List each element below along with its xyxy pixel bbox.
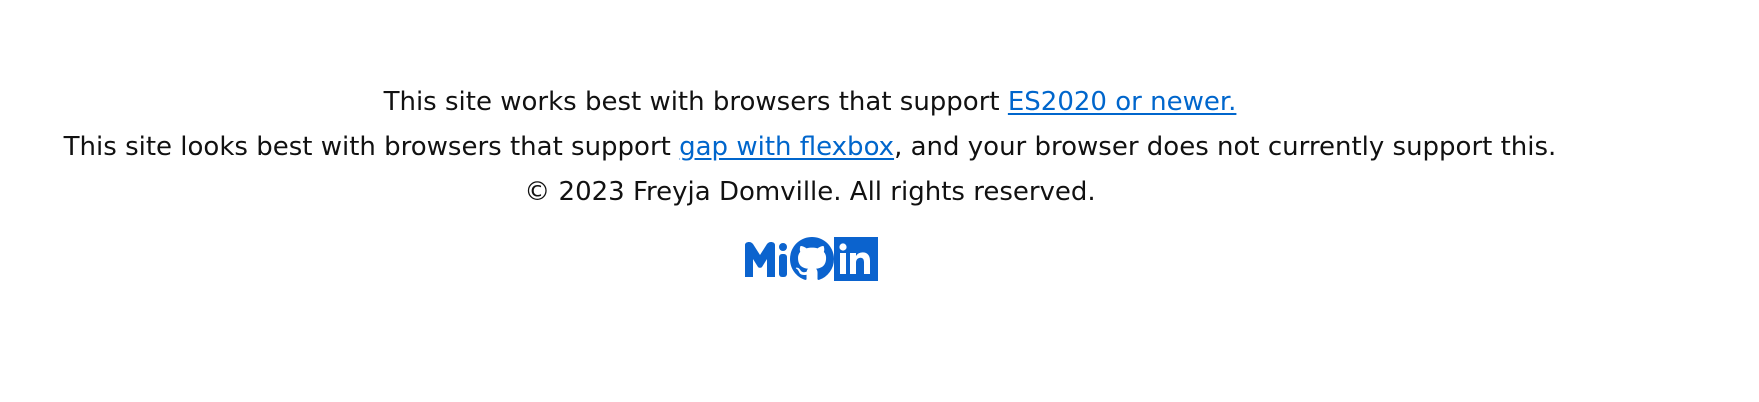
flex-notice-text: This site looks best with browsers that …: [63, 132, 680, 162]
es-support-notice: This site works best with browsers that …: [0, 80, 1620, 125]
es2020-link[interactable]: ES2020 or newer.: [1008, 87, 1237, 117]
github-icon: [790, 237, 834, 280]
misskey-link[interactable]: [742, 237, 790, 281]
site-footer: This site works best with browsers that …: [0, 80, 1620, 281]
linkedin-link[interactable]: [834, 237, 878, 281]
linkedin-icon: [834, 237, 878, 281]
copyright-notice: © 2023 Freyja Domville. All rights reser…: [524, 177, 1096, 207]
social-links: [0, 237, 1620, 281]
misskey-icon: [745, 242, 787, 277]
gap-flexbox-link[interactable]: gap with flexbox: [679, 132, 894, 162]
flexbox-support-notice: This site looks best with browsers that …: [0, 125, 1620, 170]
flex-notice-suffix: , and your browser does not currently su…: [894, 132, 1557, 162]
github-link[interactable]: [790, 237, 834, 281]
es-notice-text: This site works best with browsers that …: [383, 87, 1008, 117]
